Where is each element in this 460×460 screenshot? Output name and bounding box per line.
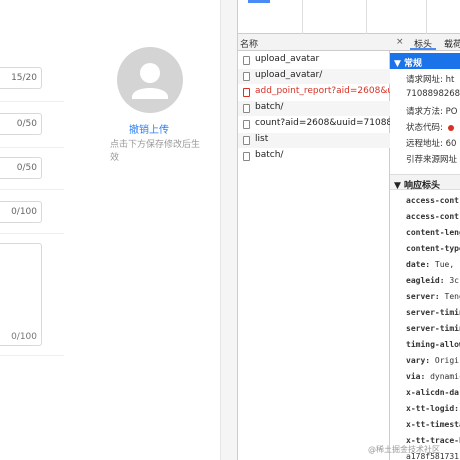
general-line: 请求方法: PO <box>406 107 458 117</box>
position-field[interactable]: 0/50 <box>0 113 42 135</box>
header-line: x-alicdn-da- <box>406 388 460 397</box>
active-tab-indicator <box>410 48 436 50</box>
avatar-hint: 点击下方保存修改后生效 <box>110 140 201 163</box>
request-row[interactable]: add_point_report?aid=2608&uu... <box>238 85 390 100</box>
header-line: access-contro <box>406 212 460 221</box>
homepage-field[interactable]: 0/100 <box>0 201 42 223</box>
header-line: x-tt-timestan <box>406 420 460 429</box>
header-line: content-leng <box>406 228 460 237</box>
name-column-header[interactable]: 名称 <box>238 34 390 51</box>
divider <box>0 355 64 356</box>
document-icon <box>243 72 250 81</box>
request-row[interactable]: upload_avatar <box>238 53 390 68</box>
devtools-panel: 名称 upload_avatar upload_avatar/ add_poin… <box>237 0 460 460</box>
document-icon <box>243 56 250 65</box>
network-overview <box>238 0 460 34</box>
close-icon[interactable]: × <box>396 37 404 47</box>
overview-selection <box>248 0 270 3</box>
document-icon <box>243 136 250 145</box>
header-line: server-timing <box>406 308 460 317</box>
general-section-header[interactable]: ▼ 常规 <box>390 53 460 69</box>
avatar[interactable] <box>117 47 183 113</box>
header-line: x-tt-logid: 2 <box>406 404 459 413</box>
request-row[interactable]: batch/ <box>238 101 390 116</box>
header-line: access-contro <box>406 196 460 205</box>
watermark: @稀土掘金技术社区 <box>368 445 440 454</box>
company-field[interactable]: 0/50 <box>0 157 42 179</box>
header-line: server: Teng <box>406 292 460 301</box>
request-row[interactable]: batch/ <box>238 149 390 164</box>
document-icon <box>243 104 250 113</box>
divider <box>0 147 64 148</box>
request-detail-pane: × 标头 载荷 ▼ 常规 请求网址: ht 71088982685 请求方法: … <box>390 34 460 460</box>
general-line: 71088982685 <box>406 89 460 99</box>
response-headers-section-header[interactable]: ▼ 响应标头 <box>390 174 460 191</box>
document-icon <box>243 152 250 161</box>
header-line: server-timing <box>406 324 460 333</box>
general-line: 引荐来源网址 <box>406 155 458 165</box>
document-icon <box>243 120 250 129</box>
document-icon <box>243 88 250 97</box>
user-silhouette-icon <box>132 63 168 99</box>
status-code-line: 状态代码: <box>406 121 454 133</box>
header-line: vary: Origi <box>406 356 459 365</box>
bio-textarea-count: 0/100 <box>11 332 37 342</box>
header-line: content-type <box>406 244 460 253</box>
name-field[interactable]: 15/20 <box>0 67 42 89</box>
tab-payload[interactable]: 载荷 <box>444 37 460 50</box>
profile-form-panel: 15/20 0/50 0/50 0/100 0/100 撤销上传 点击下方保存修… <box>0 0 237 460</box>
divider <box>0 189 64 190</box>
position-field-count: 0/50 <box>16 119 37 129</box>
network-request-list: 名称 upload_avatar upload_avatar/ add_poin… <box>238 34 390 460</box>
request-row[interactable]: upload_avatar/ <box>238 69 390 84</box>
homepage-field-count: 0/100 <box>11 207 37 217</box>
header-line: eagleid: 3c1 <box>406 276 460 285</box>
divider <box>0 233 64 234</box>
undo-upload-link[interactable]: 撤销上传 <box>129 121 169 136</box>
page-scrollbar[interactable] <box>220 0 237 460</box>
detail-tabs: × 标头 载荷 <box>390 34 460 51</box>
request-row[interactable]: list <box>238 133 390 148</box>
general-line: 请求网址: ht <box>406 75 455 85</box>
bio-textarea[interactable]: 0/100 <box>0 243 42 346</box>
general-line: 远程地址: 60 <box>406 139 457 149</box>
header-line: date: Tue, 1 <box>406 260 460 269</box>
name-field-count: 15/20 <box>11 73 37 83</box>
divider <box>0 101 64 102</box>
status-error-dot-icon <box>447 124 454 131</box>
header-line: timing-allow <box>406 340 460 349</box>
company-field-count: 0/50 <box>16 163 37 173</box>
request-row[interactable]: count?aid=2608&uuid=710889... <box>238 117 390 132</box>
header-line: via: dynamic <box>406 372 460 381</box>
